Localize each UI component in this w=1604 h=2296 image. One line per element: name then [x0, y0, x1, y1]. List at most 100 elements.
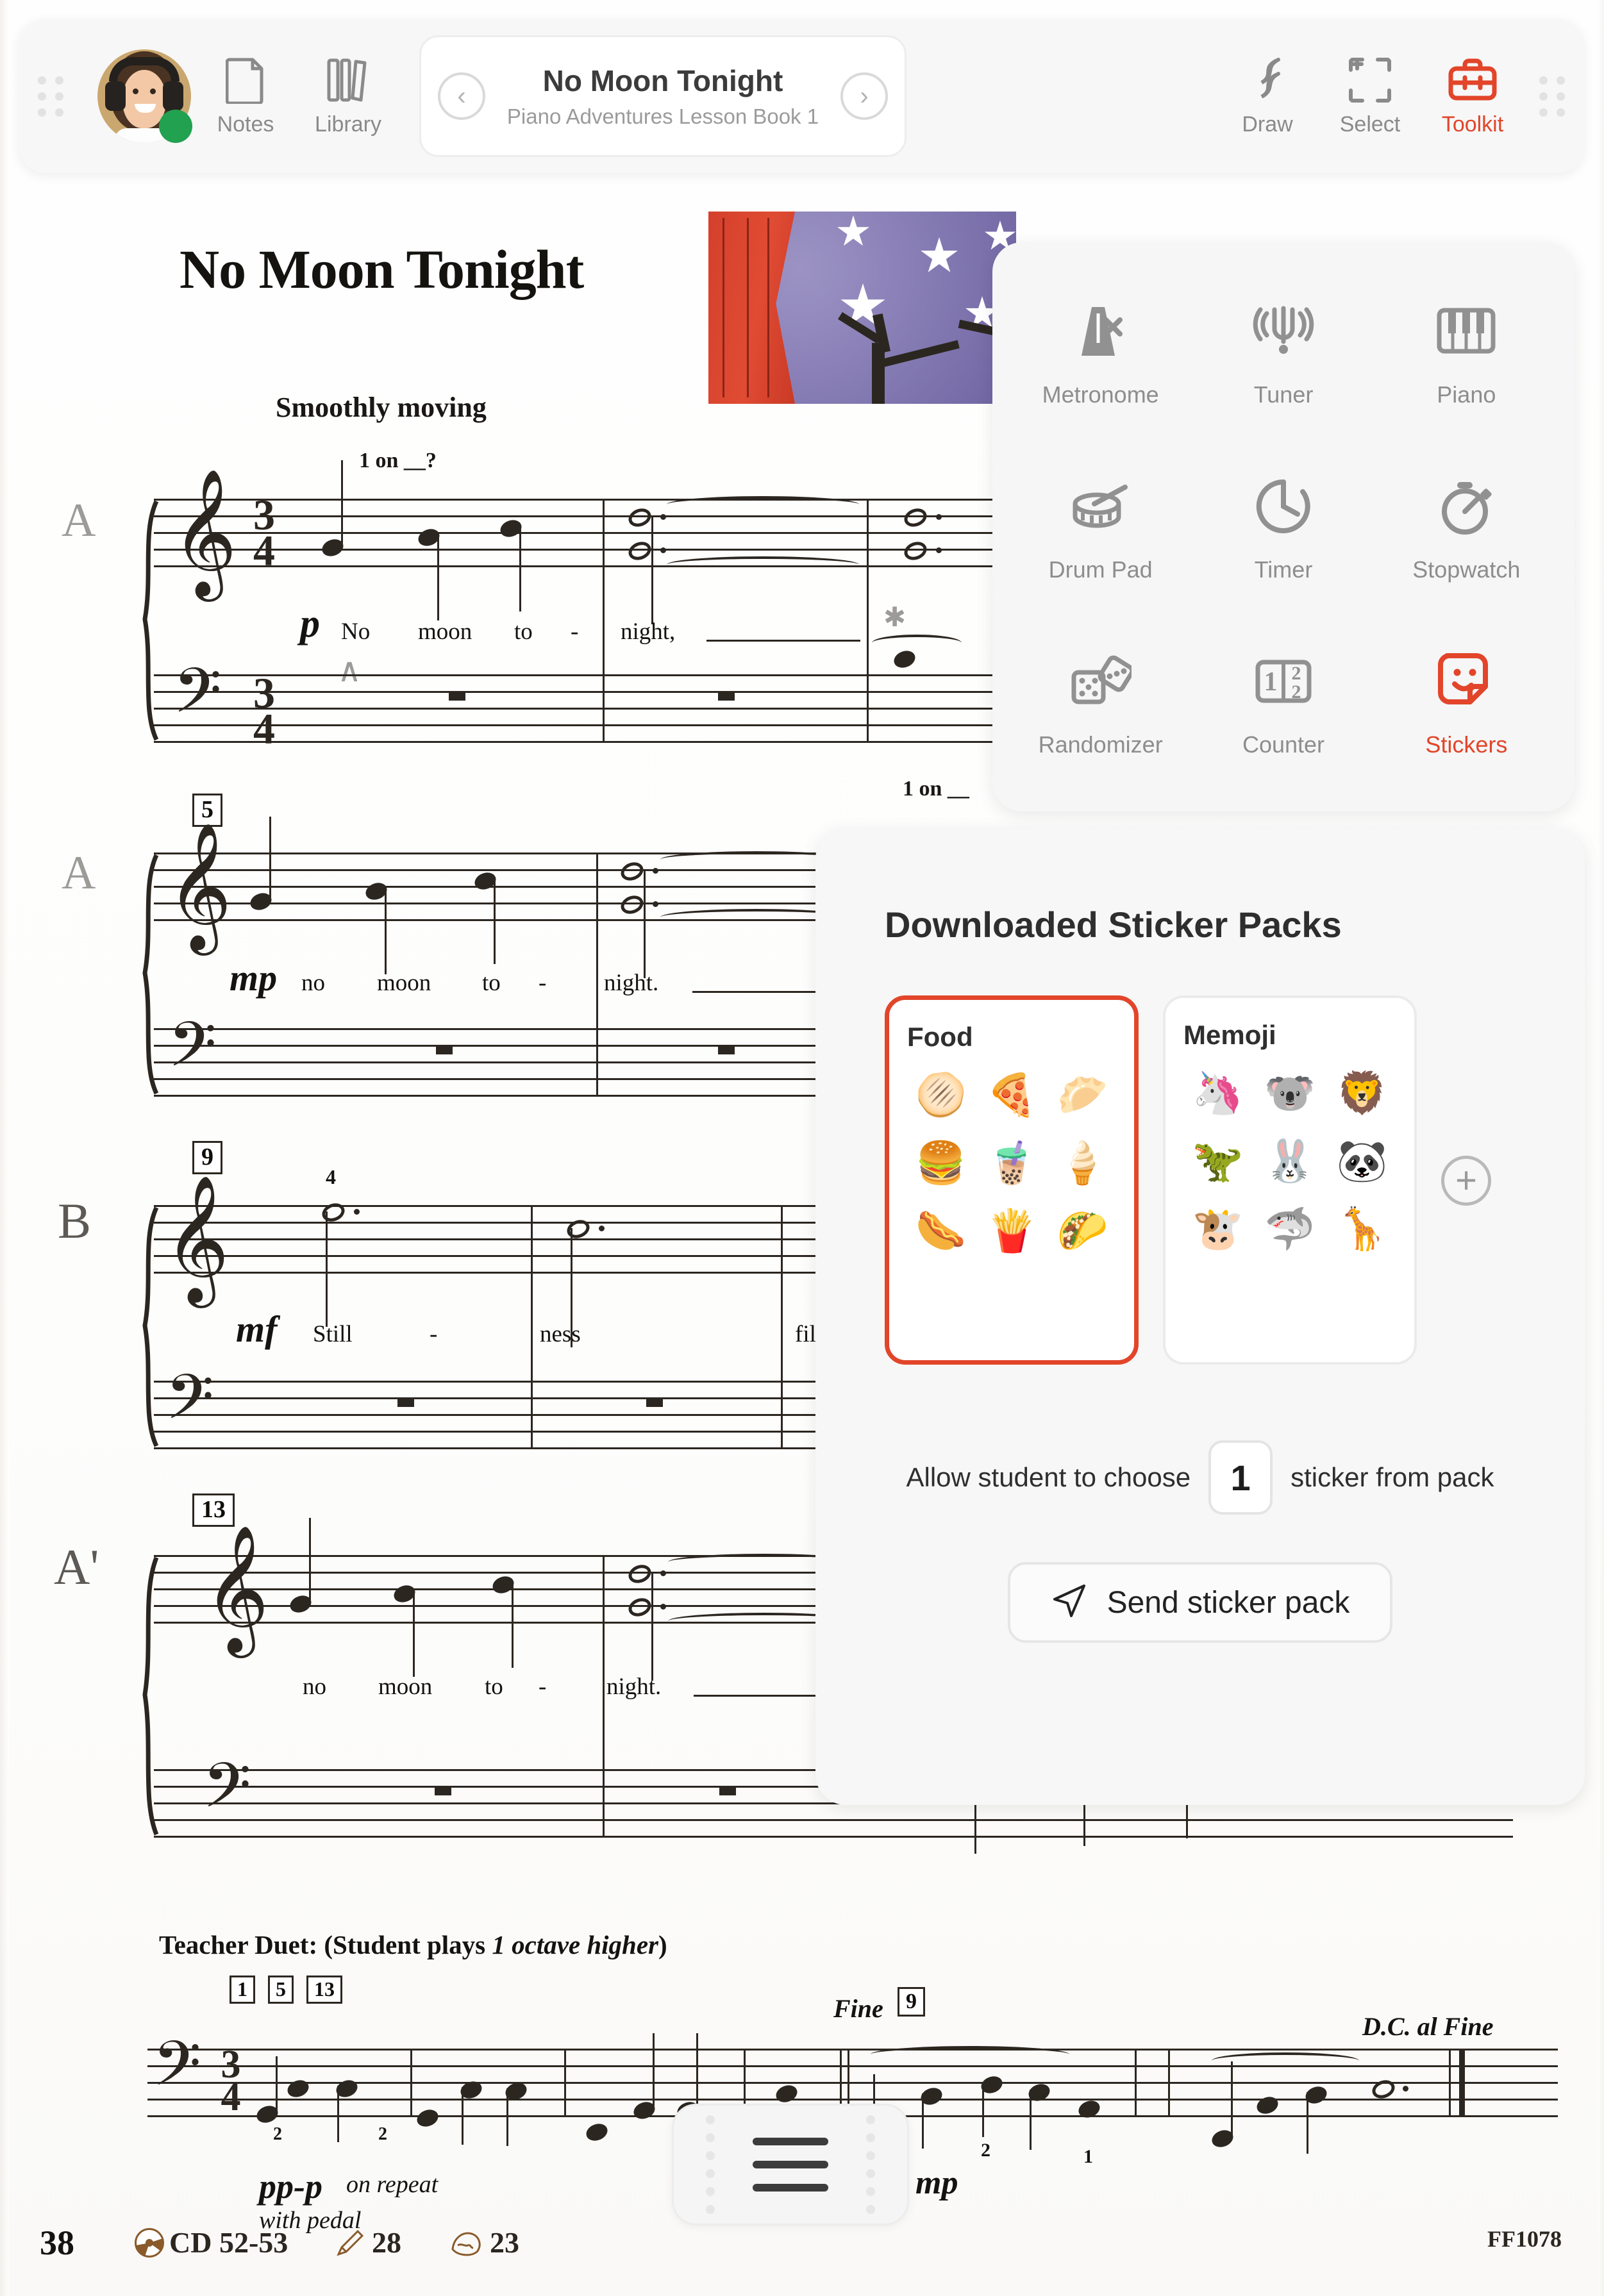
hand-icon: [449, 2229, 485, 2257]
sticker-count-stepper[interactable]: 1: [1208, 1440, 1273, 1515]
menu-lines-icon[interactable]: [753, 2138, 828, 2192]
sticker-cow[interactable]: 🐮: [1190, 1202, 1244, 1256]
toolkit-item-randomizer[interactable]: Randomizer: [1009, 615, 1192, 790]
lyric-syllable: moon: [378, 1674, 433, 1700]
library-button[interactable]: Library: [300, 56, 396, 137]
bass-clef-icon: 𝄢: [168, 1008, 217, 1096]
sticker-pizza[interactable]: 🍕: [985, 1068, 1039, 1122]
note-page-icon: [221, 56, 270, 104]
sticker-french-fries[interactable]: 🍟: [985, 1204, 1039, 1258]
lyric-syllable: to: [514, 619, 533, 645]
toolbar-left-grip[interactable]: [33, 76, 68, 117]
toolkit-label-metronome: Metronome: [1042, 381, 1159, 408]
chevron-left-icon: ‹: [457, 81, 466, 110]
toolkit-item-drum-pad[interactable]: Drum Pad: [1009, 439, 1192, 614]
toolkit-label-stickers: Stickers: [1425, 731, 1508, 758]
sticker-hamburger[interactable]: 🍔: [914, 1136, 967, 1190]
sticker-flatbread[interactable]: 🫓: [914, 1068, 967, 1122]
toolkit-label-drum-pad: Drum Pad: [1048, 556, 1153, 583]
sticker-giraffe[interactable]: 🦒: [1335, 1202, 1389, 1256]
send-sticker-pack-label: Send sticker pack: [1107, 1585, 1350, 1620]
duet-dynamic: pp-p: [259, 2167, 322, 2206]
add-sticker-pack-button[interactable]: +: [1441, 1156, 1491, 1206]
sticker-panda[interactable]: 🐼: [1335, 1134, 1389, 1188]
fine-measure-box: 9: [898, 1987, 925, 2017]
timer-icon: [1248, 470, 1319, 542]
duet-fingering: 2: [378, 2124, 387, 2144]
toolkit-item-stopwatch[interactable]: Stopwatch: [1375, 439, 1558, 614]
fine-label: Fine: [833, 1994, 883, 2023]
sticker-unicorn[interactable]: 🦄: [1190, 1066, 1244, 1120]
toolkit-label-timer: Timer: [1254, 556, 1313, 583]
duet-fingering: 2: [981, 2140, 990, 2161]
catalog-code: FF1078: [1487, 2226, 1562, 2252]
lyric-syllable: -: [571, 619, 579, 645]
pencil-mark: ✱: [883, 603, 906, 633]
toolkit-item-metronome[interactable]: Metronome: [1009, 264, 1192, 439]
sticker-lion[interactable]: 🦁: [1335, 1066, 1389, 1120]
sticker-hot-dog[interactable]: 🌭: [914, 1204, 967, 1258]
toolkit-item-counter[interactable]: 122 Counter: [1192, 615, 1374, 790]
online-status-badge: [159, 110, 192, 143]
handle-right-grip: [857, 2115, 884, 2214]
toolbar-right-grip[interactable]: [1535, 76, 1569, 117]
toolkit-button[interactable]: Toolkit: [1424, 56, 1521, 137]
sticker-ice-cream-cone[interactable]: 🍦: [1056, 1136, 1110, 1190]
previous-page-button[interactable]: ‹: [438, 72, 485, 120]
bass-clef-icon: 𝄢: [203, 1749, 251, 1837]
pencil-annotation-b: B: [58, 1193, 92, 1249]
toolkit-label-randomizer: Randomizer: [1038, 731, 1163, 758]
current-score-title: No Moon Tonight: [542, 64, 783, 97]
avatar[interactable]: [97, 49, 192, 143]
dc-al-fine-label: D.C. al Fine: [1362, 2012, 1494, 2041]
bass-clef-icon: 𝄢: [153, 2027, 201, 2115]
draw-button[interactable]: Draw: [1219, 56, 1316, 137]
snare-drum-icon: [1065, 470, 1137, 542]
page-drag-handle[interactable]: [672, 2104, 909, 2225]
sticker-rabbit[interactable]: 🐰: [1263, 1134, 1317, 1188]
fingering-number: 4: [326, 1165, 336, 1188]
sticker-pack-food[interactable]: Food 🫓 🍕 🥟 🍔 🧋 🍦 🌭 🍟 🌮: [885, 995, 1139, 1365]
pencil-annotation-a2: A: [62, 847, 96, 899]
teacher-duet-label: Teacher Duet: (Student plays 1 octave hi…: [159, 1929, 667, 1960]
sticker-smiley-icon: [1430, 645, 1502, 717]
send-sticker-pack-button[interactable]: Send sticker pack: [1008, 1562, 1392, 1643]
piano-keys-icon: [1430, 295, 1502, 367]
pack-name-memoji: Memoji: [1183, 1020, 1276, 1050]
sticker-koala[interactable]: 🐨: [1263, 1066, 1317, 1120]
score-title: No Moon Tonight: [180, 238, 584, 300]
lyric-syllable: ness: [540, 1321, 581, 1347]
toolkit-label-tuner: Tuner: [1253, 381, 1314, 408]
allowance-prefix-label: Allow student to choose: [906, 1462, 1191, 1492]
sticker-shark[interactable]: 🦈: [1263, 1202, 1317, 1256]
notes-button[interactable]: Notes: [197, 56, 294, 137]
tempo-marking: Smoothly moving: [276, 392, 487, 423]
plus-icon: +: [1455, 1159, 1477, 1201]
library-label: Library: [315, 112, 381, 137]
toolkit-item-timer[interactable]: Timer: [1192, 439, 1374, 614]
sticker-bubble-tea[interactable]: 🧋: [985, 1136, 1039, 1190]
finger-hint-2: 1 on __: [903, 777, 969, 801]
measure-number-box: 13: [192, 1493, 235, 1527]
treble-clef-icon: 𝄞: [204, 1524, 269, 1652]
scribble-icon: [1243, 56, 1292, 104]
toolkit-item-piano[interactable]: Piano: [1375, 264, 1558, 439]
duet-measure-box-1: 1: [230, 1976, 255, 2004]
sticker-allowance-row: Allow student to choose 1 sticker from p…: [849, 1440, 1551, 1515]
sticker-t-rex[interactable]: 🦖: [1190, 1134, 1244, 1188]
counter-icon: 122: [1248, 645, 1319, 717]
bass-clef-icon: 𝄢: [165, 1360, 214, 1449]
toolkit-item-tuner[interactable]: Tuner: [1192, 264, 1374, 439]
sticker-dim-sum[interactable]: 🥟: [1056, 1068, 1110, 1122]
sticker-pack-memoji[interactable]: Memoji 🦄 🐨 🦁 🦖 🐰 🐼 🐮 🦈 🦒: [1163, 995, 1417, 1365]
pencil-annotation-a1: A: [62, 494, 96, 547]
next-page-button[interactable]: ›: [840, 72, 888, 120]
chevron-right-icon: ›: [860, 81, 869, 110]
lyric-syllable: -: [539, 1674, 547, 1700]
toolkit-item-stickers[interactable]: Stickers: [1375, 615, 1558, 790]
select-button[interactable]: Select: [1322, 56, 1418, 137]
pack-name-food: Food: [907, 1022, 973, 1052]
treble-clef-icon: 𝄞: [172, 467, 237, 596]
sticker-taco[interactable]: 🌮: [1056, 1204, 1110, 1258]
sticker-packs-panel: Downloaded Sticker Packs Food 🫓 🍕 🥟 🍔 🧋 …: [815, 828, 1585, 1805]
